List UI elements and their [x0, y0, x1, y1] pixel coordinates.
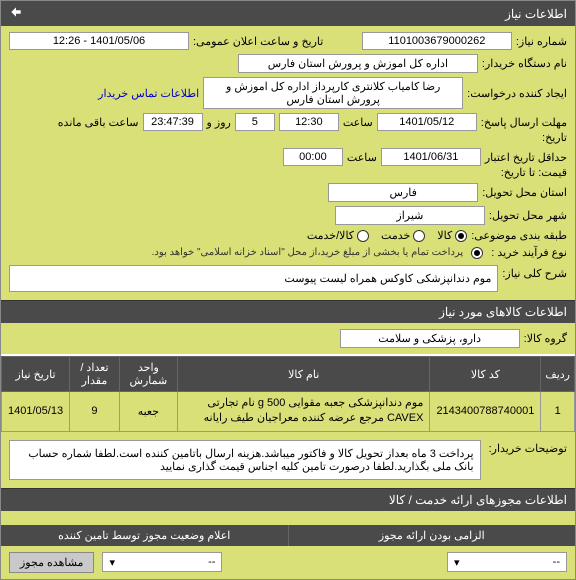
view-permit-button[interactable]: مشاهده مجوز	[9, 552, 94, 573]
td-code: 2143400788740001	[430, 392, 541, 432]
province-field: فارس	[328, 183, 478, 202]
split-left: الزامی بودن ارائه مجوز	[288, 525, 576, 546]
requester-label: ایجاد کننده درخواست:	[467, 87, 567, 100]
radio-dot-icon	[413, 230, 425, 242]
select-mandatory-value: --	[553, 556, 560, 568]
radio-service[interactable]: خدمت	[381, 229, 425, 242]
bottom-row: -- ▾ -- ▾ مشاهده مجوز	[1, 546, 575, 579]
select-status[interactable]: -- ▾	[102, 552, 222, 572]
purchase-note: پرداخت تمام یا بخشی از مبلغ خرید،از محل …	[152, 247, 464, 258]
select-mandatory[interactable]: -- ▾	[447, 552, 567, 572]
time-label-2: ساعت	[347, 151, 377, 164]
buyer-notes-label: توضیحات خریدار:	[489, 438, 567, 482]
th-unit: واحد شمارش	[119, 357, 177, 392]
th-row: ردیف	[541, 357, 575, 392]
th-date: تاریخ نیاز	[2, 357, 70, 392]
radio-service-label: خدمت	[381, 229, 410, 242]
th-qty: تعداد / مقدار	[70, 357, 120, 392]
spacer	[1, 511, 575, 525]
td-unit: جعبه	[119, 392, 177, 432]
announce-label: تاریخ و ساعت اعلان عمومی:	[193, 35, 323, 48]
form-area: شماره نیاز: 1101003679000262 تاریخ و ساع…	[1, 26, 575, 300]
radio-dot-icon	[357, 230, 369, 242]
time-remaining: 23:47:39	[143, 113, 203, 131]
buyer-org-label: نام دستگاه خریدار:	[482, 57, 567, 70]
radio-dot-checked-icon	[455, 230, 467, 242]
request-no-label: شماره نیاز:	[516, 35, 567, 48]
deadline-time: 12:30	[279, 113, 339, 131]
chevron-down-icon: ▾	[109, 556, 115, 569]
group-field: دارو، پزشکی و سلامت	[340, 329, 520, 348]
radio-goods[interactable]: کالا	[437, 229, 467, 242]
goods-section-header: اطلاعات کالاهای مورد نیاز	[1, 300, 575, 323]
permits-section-header: اطلاعات مجوزهای ارائه خدمت / کالا	[1, 488, 575, 511]
td-date: 1401/05/13	[2, 392, 70, 432]
announce-field: 1401/05/06 - 12:26	[9, 32, 189, 50]
th-name: نام کالا	[178, 357, 430, 392]
th-code: کد کالا	[430, 357, 541, 392]
city-field: شیراز	[335, 206, 485, 225]
category-radio-group: کالا خدمت کالا/خدمت	[307, 229, 467, 242]
table-row: 1 2143400788740001 موم دندانپزشکی جعبه م…	[2, 392, 575, 432]
need-desc-box: موم دندانپزشکی کاوکس همراه لیست پیوست	[9, 265, 498, 292]
radio-goods-label: کالا	[437, 229, 452, 242]
select-status-value: --	[208, 556, 215, 568]
td-name: موم دندانپزشکی جعبه مقوایی 500 g نام تجا…	[178, 392, 430, 432]
request-no-field: 1101003679000262	[362, 32, 512, 50]
days-label: روز و	[207, 116, 231, 129]
deadline-main-label: مهلت ارسال پاسخ:	[481, 116, 567, 129]
split-right: اعلام وضعیت مجوز توسط تامین کننده	[1, 525, 288, 546]
days-remaining: 5	[235, 113, 275, 131]
header-title: اطلاعات نیاز	[505, 7, 567, 21]
table-header-row: ردیف کد کالا نام کالا واحد شمارش تعداد /…	[2, 357, 575, 392]
city-label: شهر محل تحویل:	[489, 209, 567, 222]
header-bar: اطلاعات نیاز	[1, 1, 575, 26]
deadline-sub-label: تاریخ:	[542, 131, 567, 144]
time-label-1: ساعت	[343, 116, 373, 129]
valid-label: حداقل تاریخ اعتبار	[485, 151, 567, 164]
main-container: اطلاعات نیاز شماره نیاز: 110100367900026…	[0, 0, 576, 580]
group-label: گروه کالا:	[524, 332, 567, 345]
category-label: طبقه بندی موضوعی:	[471, 229, 567, 242]
requester-field: رضا کامیاب کلانتری کارپرداز اداره کل امو…	[203, 77, 463, 109]
contact-link[interactable]: اطلاعات تماس خریدار	[98, 87, 199, 100]
valid-sub-label: قیمت: تا تاریخ:	[501, 166, 567, 179]
chevron-down-icon: ▾	[454, 556, 460, 569]
back-icon[interactable]	[9, 5, 23, 22]
radio-both[interactable]: کالا/خدمت	[307, 229, 369, 242]
need-desc-label: شرح کلی نیاز:	[502, 263, 567, 280]
valid-time: 00:00	[283, 148, 343, 166]
goods-table: ردیف کد کالا نام کالا واحد شمارش تعداد /…	[1, 356, 575, 432]
radio-both-label: کالا/خدمت	[307, 229, 354, 242]
province-label: استان محل تحویل:	[482, 186, 567, 199]
valid-date: 1401/06/31	[381, 148, 481, 166]
split-bar: الزامی بودن ارائه مجوز اعلام وضعیت مجوز …	[1, 525, 575, 546]
buyer-notes-box: پرداخت 3 ماه بعداز تحویل کالا و فاکتور م…	[9, 440, 481, 480]
buyer-notes-row: توضیحات خریدار: پرداخت 3 ماه بعداز تحویل…	[1, 432, 575, 488]
deadline-date: 1401/05/12	[377, 113, 477, 131]
goods-group-row: گروه کالا: دارو، پزشکی و سلامت	[1, 323, 575, 354]
purchase-type-label: نوع فرآیند خرید :	[491, 246, 567, 259]
radio-dot-checked-icon[interactable]	[471, 247, 483, 259]
td-qty: 9	[70, 392, 120, 432]
td-idx: 1	[541, 392, 575, 432]
buyer-org-field: اداره کل اموزش و پرورش استان فارس	[238, 54, 478, 73]
remaining-label: ساعت باقی مانده	[58, 116, 139, 129]
